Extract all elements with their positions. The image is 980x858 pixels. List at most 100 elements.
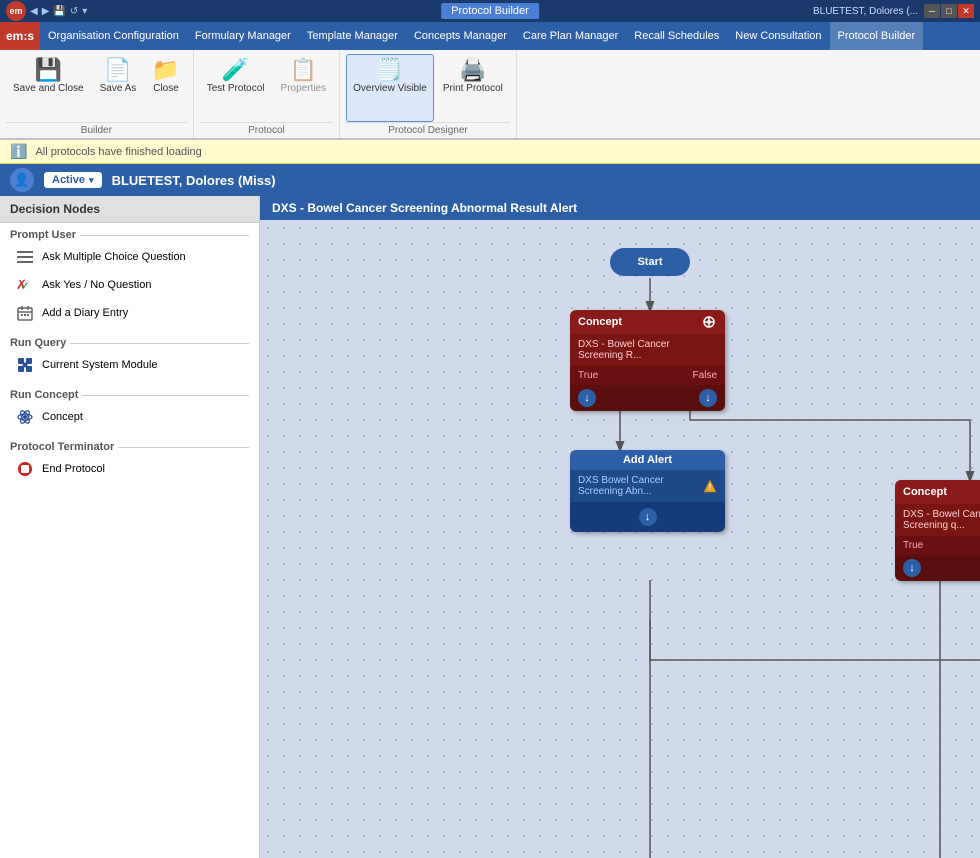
atom-icon [16, 408, 34, 426]
print-protocol-button[interactable]: 🖨️ Print Protocol [436, 54, 510, 122]
add-diary-label: Add a Diary Entry [42, 307, 128, 319]
warning-icon: ! [703, 478, 717, 494]
dropdown-chevron-icon: ▾ [89, 175, 94, 186]
quick-access-forward[interactable]: ▶ [42, 6, 50, 17]
concept1-false-label: False [693, 370, 717, 381]
concept1-settings-icon[interactable] [701, 314, 717, 330]
run-concept-label: Run Concept [10, 389, 78, 401]
quick-undo[interactable]: ↺ [70, 6, 78, 17]
section-protocol-terminator: Protocol Terminator [0, 435, 259, 455]
check-cross-icon: ✗ ✓ [16, 276, 34, 294]
user-avatar: 👤 [10, 168, 34, 192]
title-bar: em ◀ ▶ 💾 ↺ ▾ BLUETEST, Dolores (... ─ □ … [0, 0, 980, 22]
window-minimize[interactable]: ─ [924, 4, 940, 18]
nav-recall[interactable]: Recall Schedules [626, 22, 727, 50]
concept2-true-btn[interactable]: ↓ [903, 559, 921, 577]
window-maximize[interactable]: □ [941, 4, 957, 18]
concept1-true-btn[interactable]: ↓ [578, 389, 596, 407]
end-protocol-label: End Protocol [42, 463, 105, 475]
quick-access-back[interactable]: ◀ [30, 6, 38, 17]
properties-label: Properties [281, 83, 327, 95]
node-start[interactable]: Start [610, 248, 690, 276]
window-close[interactable]: ✕ [958, 4, 974, 18]
concept2-true-label: True [903, 540, 923, 551]
info-bar: ℹ️ All protocols have finished loading [0, 140, 980, 164]
test-protocol-button[interactable]: 🧪 Test Protocol [200, 54, 272, 122]
concept1-body: DXS - Bowel Cancer Screening R... [570, 334, 725, 366]
ribbon-group-designer: 🗒️ Overview Visible 🖨️ Print Protocol Pr… [340, 50, 517, 138]
properties-button[interactable]: 📋 Properties [274, 54, 334, 122]
alert-down-btn[interactable]: ↓ [639, 508, 657, 526]
close-button[interactable]: 📁 Close [145, 54, 186, 122]
concept1-true-label: True [578, 370, 598, 381]
canvas-scroll[interactable]: Start Concept [260, 220, 980, 858]
canvas-content: Start Concept [260, 220, 980, 858]
start-label: Start [637, 256, 662, 268]
node-concept-2[interactable]: Concept DXS - Bowel Cancer Screening q..… [895, 480, 980, 581]
nav-org[interactable]: Organisation Configuration [40, 22, 187, 50]
concept2-header-label: Concept [903, 486, 947, 498]
active-tab-label: Protocol Builder [451, 5, 529, 17]
section-run-concept: Run Concept [0, 383, 259, 403]
app-logo: em [6, 1, 26, 21]
svg-text:!: ! [709, 483, 712, 492]
overview-visible-button[interactable]: 🗒️ Overview Visible [346, 54, 434, 122]
save-as-label: Save As [100, 83, 137, 95]
puzzle-icon [16, 356, 34, 374]
concept1-false-btn[interactable]: ↓ [699, 389, 717, 407]
node-end-protocol[interactable]: End Protocol [0, 455, 259, 483]
node-concept-1[interactable]: Concept DXS - Bowel C [570, 310, 725, 411]
main-area: Decision Nodes Prompt User Ask Multiple … [0, 196, 980, 858]
ribbon-group-builder: 💾 Save and Close 📄 Save As 📁 Close Build… [0, 50, 194, 138]
nav-consultation[interactable]: New Consultation [727, 22, 829, 50]
info-icon: ℹ️ [10, 143, 27, 160]
nav-items: Organisation Configuration Formulary Man… [40, 22, 923, 50]
node-concept[interactable]: Concept [0, 403, 259, 431]
concept1-footer: True False [570, 366, 725, 385]
app-logo-nav: em:s [0, 22, 40, 50]
node-current-system[interactable]: Current System Module [0, 351, 259, 379]
info-message: All protocols have finished loading [35, 146, 201, 158]
prompt-user-label: Prompt User [10, 229, 76, 241]
node-ask-multiple[interactable]: Ask Multiple Choice Question [0, 243, 259, 271]
alert-header-label: Add Alert [623, 454, 672, 466]
print-protocol-label: Print Protocol [443, 83, 503, 95]
concept1-header-label: Concept [578, 316, 622, 328]
canvas-title: DXS - Bowel Cancer Screening Abnormal Re… [260, 196, 980, 220]
active-label: Active [52, 174, 85, 186]
nav-protocol-builder[interactable]: Protocol Builder [830, 22, 924, 50]
nav-concepts[interactable]: Concepts Manager [406, 22, 515, 50]
ask-yes-no-label: Ask Yes / No Question [42, 279, 151, 291]
alert-body-text: DXS Bowel Cancer Screening Abn... [578, 475, 703, 497]
quick-save[interactable]: 💾 [53, 6, 65, 17]
node-add-diary[interactable]: Add a Diary Entry [0, 299, 259, 327]
canvas-container: DXS - Bowel Cancer Screening Abnormal Re… [260, 196, 980, 858]
nav-template[interactable]: Template Manager [299, 22, 406, 50]
nav-bar: em:s Organisation Configuration Formular… [0, 22, 980, 50]
active-status-pill[interactable]: Active ▾ [44, 172, 102, 188]
save-close-button[interactable]: 💾 Save and Close [6, 54, 91, 122]
ribbon-group-protocol: 🧪 Test Protocol 📋 Properties Protocol [194, 50, 340, 138]
node-ask-yes-no[interactable]: ✗ ✓ Ask Yes / No Question [0, 271, 259, 299]
nav-formulary[interactable]: Formulary Manager [187, 22, 299, 50]
list-icon [16, 248, 34, 266]
concept2-buttons: ↓ ↓ [895, 555, 980, 581]
concept2-footer: True False [895, 536, 980, 555]
test-protocol-label: Test Protocol [207, 83, 265, 95]
quick-more[interactable]: ▾ [82, 6, 87, 17]
section-run-query: Run Query [0, 331, 259, 351]
designer-group-label: Protocol Designer [346, 122, 510, 136]
ribbon: 💾 Save and Close 📄 Save As 📁 Close Build… [0, 50, 980, 140]
user-bar: 👤 Active ▾ BLUETEST, Dolores (Miss) [0, 164, 980, 196]
concept1-header: Concept [570, 310, 725, 334]
save-as-button[interactable]: 📄 Save As [93, 54, 144, 122]
node-alert[interactable]: Add Alert DXS Bowel Cancer Screening Abn… [570, 450, 725, 532]
ask-multiple-label: Ask Multiple Choice Question [42, 251, 186, 263]
concept-label: Concept [42, 411, 83, 423]
run-query-label: Run Query [10, 337, 66, 349]
alert-header: Add Alert [570, 450, 725, 470]
concept2-header: Concept [895, 480, 980, 504]
panel-title: Decision Nodes [0, 196, 259, 223]
close-label: Close [153, 83, 179, 95]
nav-careplan[interactable]: Care Plan Manager [515, 22, 626, 50]
